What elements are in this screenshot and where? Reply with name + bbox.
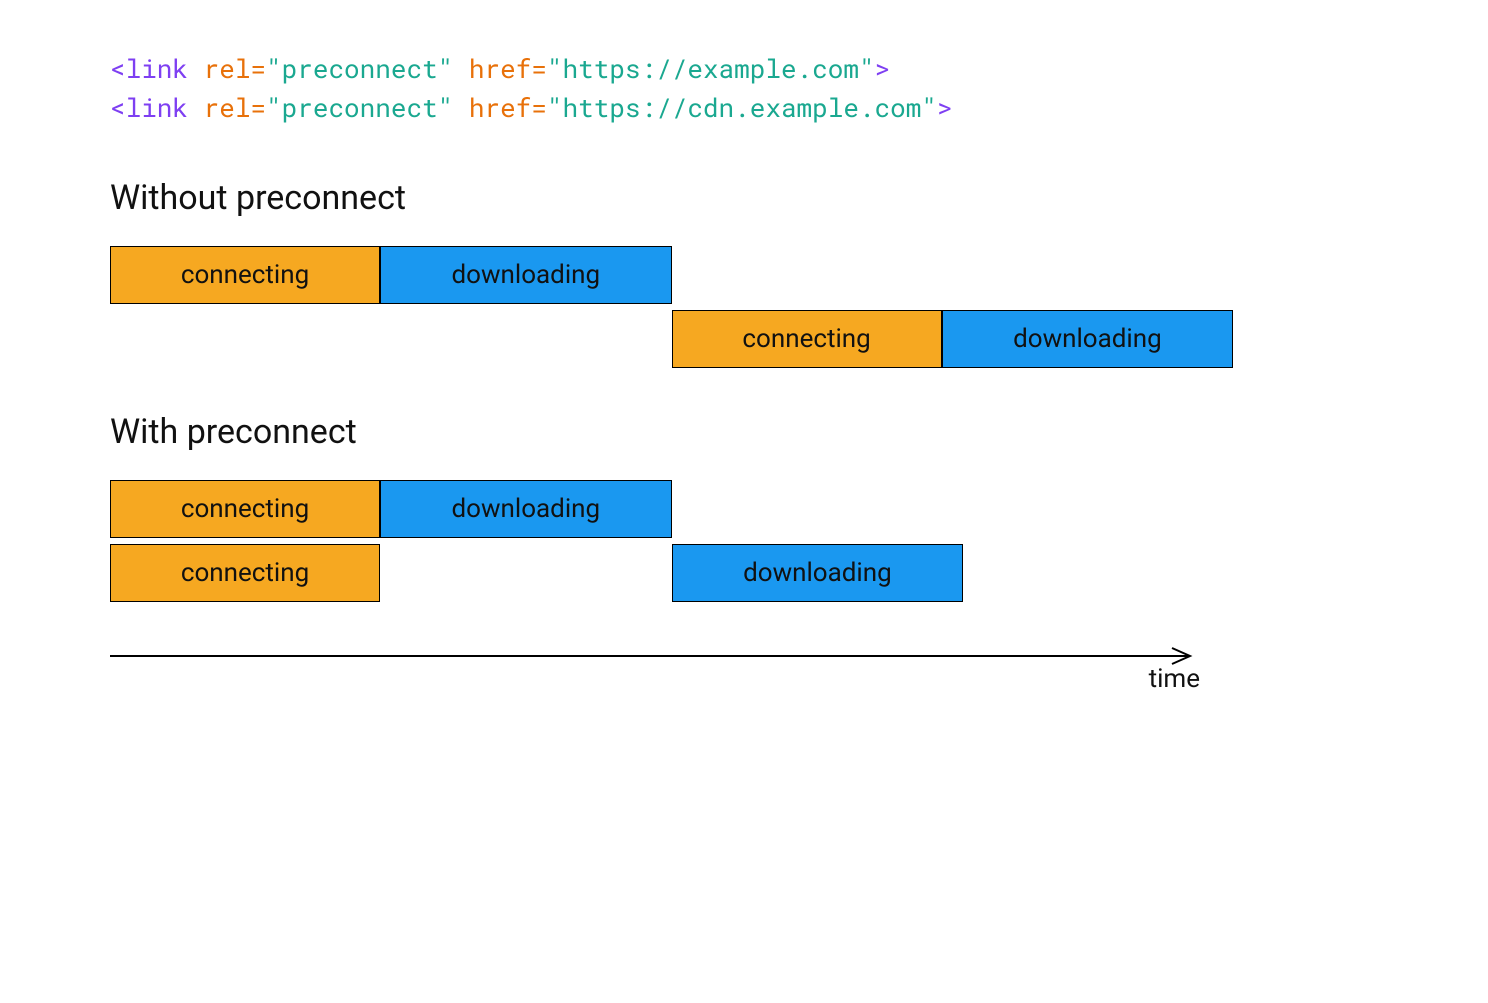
gap-segment xyxy=(110,310,672,368)
attr-href: href= xyxy=(469,52,547,86)
gap-segment xyxy=(672,480,1190,538)
timeline-row: connectingdownloading xyxy=(110,310,1190,368)
section-title-without: Without preconnect xyxy=(110,178,1378,218)
connecting-segment: connecting xyxy=(672,310,942,368)
val-rel: "preconnect" xyxy=(266,91,469,125)
section-title-with: With preconnect xyxy=(110,412,1378,452)
gap-segment xyxy=(672,246,1190,304)
downloading-segment: downloading xyxy=(380,246,672,304)
timeline-row: connectingdownloading xyxy=(110,480,1190,538)
code-snippet: <link rel="preconnect" href="https://exa… xyxy=(110,50,1378,128)
section-with-preconnect: With preconnect connectingdownloadingcon… xyxy=(110,412,1378,602)
val-rel: "preconnect" xyxy=(266,52,469,86)
attr-rel: rel= xyxy=(204,52,266,86)
section-without-preconnect: Without preconnect connectingdownloading… xyxy=(110,178,1378,368)
timeline-without: connectingdownloadingconnectingdownloadi… xyxy=(110,246,1190,368)
timeline-row: connecting downloading xyxy=(110,544,1190,602)
code-line-2: <link rel="preconnect" href="https://cdn… xyxy=(110,89,1378,128)
downloading-segment: downloading xyxy=(380,480,672,538)
tag-close: > xyxy=(875,52,891,86)
gap-segment xyxy=(963,544,1190,602)
time-axis: time xyxy=(110,646,1200,666)
val-href: "https://cdn.example.com" xyxy=(547,91,937,125)
attr-href: href= xyxy=(469,91,547,125)
attr-rel: rel= xyxy=(204,91,266,125)
axis-label: time xyxy=(1149,664,1200,694)
tag-open: <link xyxy=(110,52,204,86)
val-href: "https://example.com" xyxy=(547,52,875,86)
connecting-segment: connecting xyxy=(110,544,380,602)
tag-open: <link xyxy=(110,91,204,125)
tag-close: > xyxy=(937,91,953,125)
gap-segment xyxy=(380,544,672,602)
code-line-1: <link rel="preconnect" href="https://exa… xyxy=(110,50,1378,89)
downloading-segment: downloading xyxy=(942,310,1234,368)
connecting-segment: connecting xyxy=(110,246,380,304)
timeline-with: connectingdownloadingconnectingdownloadi… xyxy=(110,480,1190,602)
downloading-segment: downloading xyxy=(672,544,964,602)
arrow-right-icon xyxy=(110,646,1200,666)
timeline-row: connectingdownloading xyxy=(110,246,1190,304)
connecting-segment: connecting xyxy=(110,480,380,538)
